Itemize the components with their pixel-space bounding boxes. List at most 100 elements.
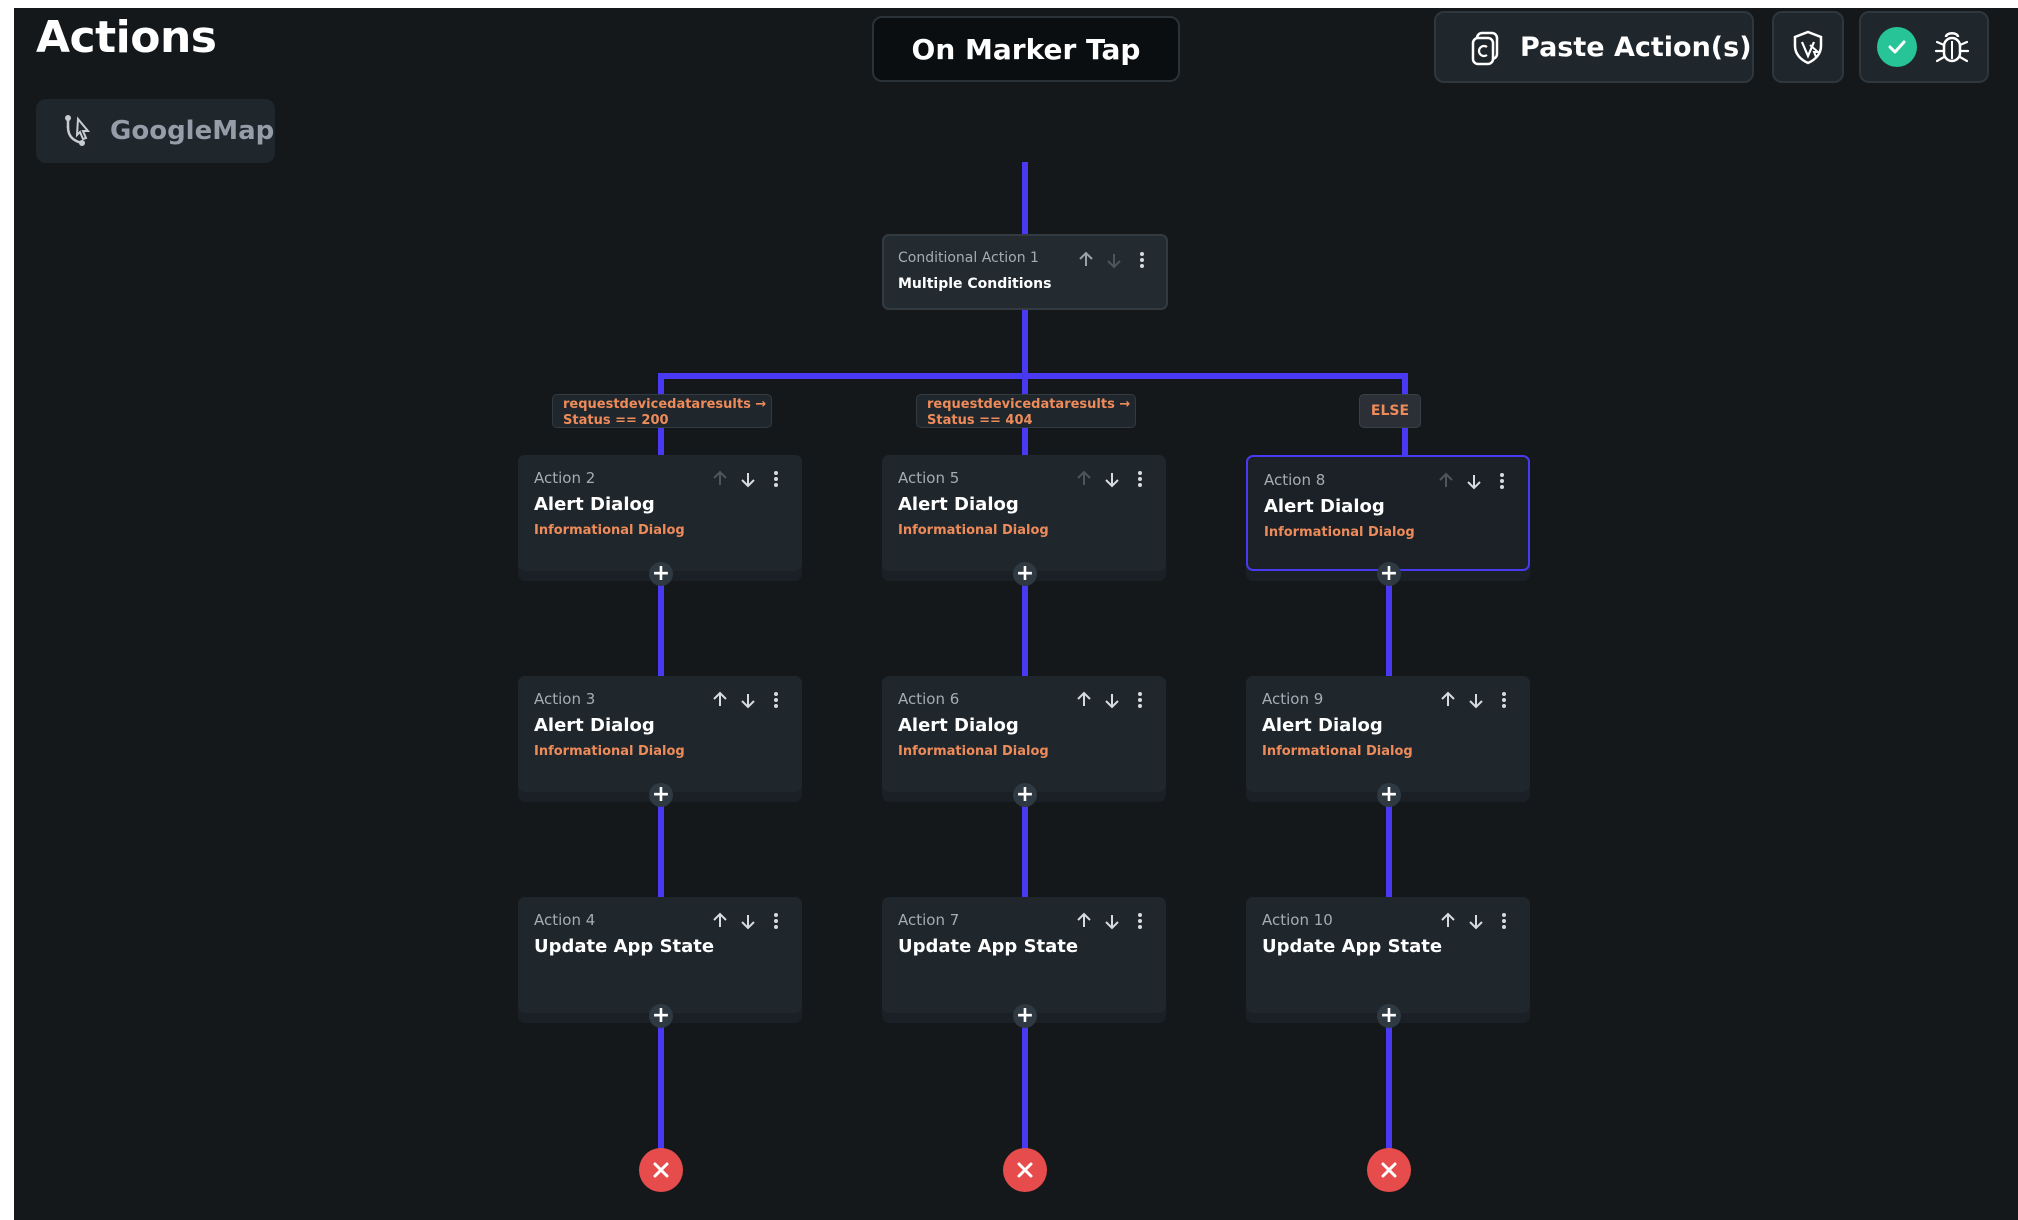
arrow-up-icon[interactable] — [1436, 471, 1456, 491]
arrow-down-icon[interactable] — [738, 690, 758, 710]
arrow-up-icon[interactable] — [1076, 250, 1096, 270]
arrow-down-icon[interactable] — [1102, 911, 1122, 931]
action-flow-canvas: Actions GoogleMap On Marker Tap Paste Ac… — [14, 8, 2018, 1220]
arrow-down-icon[interactable] — [1102, 469, 1122, 489]
connector-trigger — [1022, 162, 1028, 234]
add-action-button[interactable]: + — [649, 783, 673, 807]
arrow-down-icon[interactable] — [1102, 690, 1122, 710]
terminate-branch-button[interactable] — [1367, 1148, 1411, 1192]
arrow-down-icon[interactable] — [738, 469, 758, 489]
add-action-button[interactable]: + — [1377, 783, 1401, 807]
plus-icon: + — [1015, 561, 1035, 586]
more-vert-icon[interactable] — [1130, 690, 1150, 710]
node-title: Alert Dialog — [534, 715, 655, 736]
plus-icon: + — [1379, 782, 1399, 807]
node-subtitle: Informational Dialog — [1262, 744, 1413, 759]
check-circle-icon — [1877, 27, 1917, 67]
connector-3a — [1386, 583, 1392, 683]
widget-chip[interactable]: GoogleMap — [36, 99, 275, 163]
connector-2c — [1022, 1025, 1028, 1151]
plus-icon: + — [651, 1003, 671, 1028]
more-vert-icon[interactable] — [1132, 250, 1152, 270]
add-action-button[interactable]: + — [1377, 1004, 1401, 1028]
shield-icon — [1793, 30, 1823, 65]
more-vert-icon[interactable] — [1130, 469, 1150, 489]
validation-debug-button[interactable] — [1859, 11, 1989, 83]
action-node-selected[interactable]: Action 8 Alert Dialog Informational Dial… — [1246, 455, 1530, 571]
connector-branch-bar — [658, 373, 1408, 379]
paste-icon — [1471, 31, 1499, 66]
node-subtitle: Informational Dialog — [534, 523, 685, 538]
add-action-button[interactable]: + — [1013, 562, 1037, 586]
node-subtitle: Informational Dialog — [534, 744, 685, 759]
node-label: Conditional Action 1 — [898, 250, 1039, 266]
node-title: Alert Dialog — [898, 715, 1019, 736]
arrow-down-icon[interactable] — [1466, 690, 1486, 710]
node-label: Action 5 — [898, 469, 960, 487]
more-vert-icon[interactable] — [1494, 911, 1514, 931]
terminate-branch-button[interactable] — [639, 1148, 683, 1192]
bug-icon — [1934, 32, 1970, 63]
more-vert-icon[interactable] — [1492, 471, 1512, 491]
action-node[interactable]: Action 10 Update App State — [1246, 897, 1530, 1013]
arrow-up-icon[interactable] — [1438, 690, 1458, 710]
add-action-button[interactable]: + — [649, 562, 673, 586]
node-label: Action 7 — [898, 911, 960, 929]
close-icon — [1017, 1162, 1033, 1178]
add-action-button[interactable]: + — [1013, 1004, 1037, 1028]
connector-1a — [658, 583, 664, 683]
arrow-up-icon[interactable] — [1074, 911, 1094, 931]
branch-2-condition[interactable]: requestdevicedataresults → Status == 404 — [916, 394, 1136, 428]
node-title: Alert Dialog — [1264, 496, 1385, 517]
action-node[interactable]: Action 4 Update App State — [518, 897, 802, 1013]
arrow-up-icon[interactable] — [1074, 690, 1094, 710]
action-node[interactable]: Action 6 Alert Dialog Informational Dial… — [882, 676, 1166, 792]
arrow-up-icon[interactable] — [710, 911, 730, 931]
node-title: Alert Dialog — [534, 494, 655, 515]
node-label: Action 10 — [1262, 911, 1333, 929]
add-action-button[interactable]: + — [649, 1004, 673, 1028]
arrow-down-icon[interactable] — [1104, 250, 1124, 270]
node-title: Alert Dialog — [898, 494, 1019, 515]
terminate-branch-button[interactable] — [1003, 1148, 1047, 1192]
arrow-up-icon[interactable] — [710, 690, 730, 710]
arrow-down-icon[interactable] — [738, 911, 758, 931]
arrow-down-icon[interactable] — [1464, 471, 1484, 491]
paste-actions-button[interactable]: Paste Action(s) — [1434, 11, 1754, 83]
shield-button[interactable] — [1772, 11, 1844, 83]
more-vert-icon[interactable] — [1130, 911, 1150, 931]
connector-1c — [658, 1025, 664, 1151]
connector-2b — [1022, 804, 1028, 904]
add-action-button[interactable]: + — [1377, 562, 1401, 586]
node-label: Action 6 — [898, 690, 960, 708]
node-title: Multiple Conditions — [898, 276, 1052, 292]
action-node[interactable]: Action 9 Alert Dialog Informational Dial… — [1246, 676, 1530, 792]
action-node[interactable]: Action 2 Alert Dialog Informational Dial… — [518, 455, 802, 571]
more-vert-icon[interactable] — [766, 911, 786, 931]
action-node[interactable]: Action 7 Update App State — [882, 897, 1166, 1013]
node-label: Action 8 — [1264, 471, 1326, 489]
action-node[interactable]: Action 5 Alert Dialog Informational Dial… — [882, 455, 1166, 571]
more-vert-icon[interactable] — [766, 469, 786, 489]
add-action-button[interactable]: + — [1013, 783, 1037, 807]
page-title: Actions — [36, 12, 217, 63]
conditional-action-node[interactable]: Conditional Action 1 Multiple Conditions — [882, 234, 1168, 310]
more-vert-icon[interactable] — [1494, 690, 1514, 710]
arrow-up-icon[interactable] — [710, 469, 730, 489]
connector-2a — [1022, 583, 1028, 683]
more-vert-icon[interactable] — [766, 690, 786, 710]
node-subtitle: Informational Dialog — [898, 523, 1049, 538]
action-node[interactable]: Action 3 Alert Dialog Informational Dial… — [518, 676, 802, 792]
arrow-up-icon[interactable] — [1074, 469, 1094, 489]
arrow-up-icon[interactable] — [1438, 911, 1458, 931]
node-subtitle: Informational Dialog — [898, 744, 1049, 759]
connector-1b — [658, 804, 664, 904]
widget-name: GoogleMap — [110, 116, 275, 146]
branch-1-condition[interactable]: requestdevicedataresults → Status == 200 — [552, 394, 772, 428]
node-subtitle: Informational Dialog — [1264, 525, 1415, 540]
arrow-down-icon[interactable] — [1466, 911, 1486, 931]
node-label: Action 2 — [534, 469, 596, 487]
plus-icon: + — [1015, 1003, 1035, 1028]
branch-3-condition[interactable]: ELSE — [1359, 394, 1421, 428]
plus-icon: + — [651, 782, 671, 807]
